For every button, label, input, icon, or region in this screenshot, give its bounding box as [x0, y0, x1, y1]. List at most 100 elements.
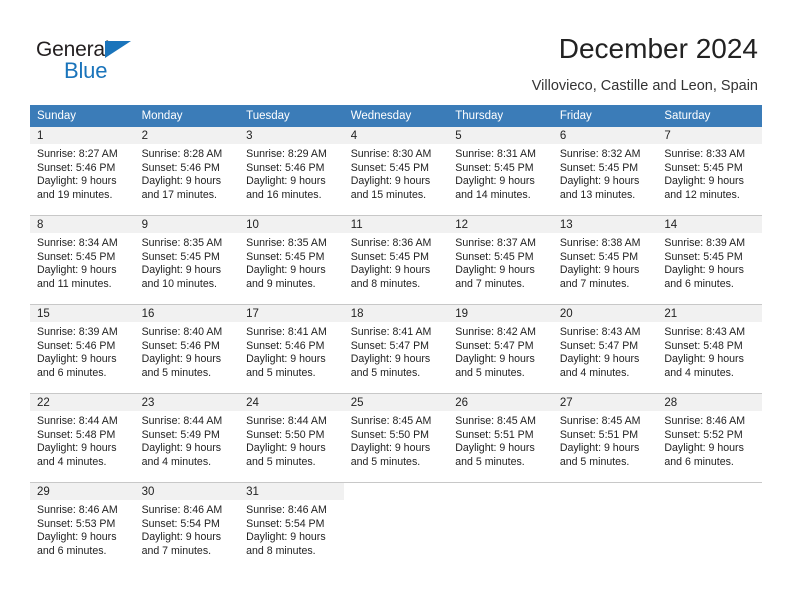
- sunset-text: Sunset: 5:45 PM: [350, 161, 430, 174]
- day-cell[interactable]: 12 Sunrise: 8:37 AM Sunset: 5:45 PM Dayligh…: [448, 216, 553, 304]
- daylight-text-line1: Daylight: 9 hours: [664, 264, 744, 277]
- day-cell[interactable]: 30 Sunrise: 8:46 AM Sunset: 5:54 PM Dayligh…: [134, 483, 240, 571]
- day-number: 28: [657, 394, 762, 411]
- sunrise-text: Sunrise: 8:44 AM: [246, 415, 327, 427]
- day-cell-empty: [552, 483, 658, 571]
- day-number: 20: [552, 305, 658, 322]
- day-cell[interactable]: 15 Sunrise: 8:39 AM Sunset: 5:46 PM Dayligh…: [30, 305, 135, 393]
- daylight-text-line2: and 10 minutes.: [141, 277, 217, 290]
- day-cell-empty: [343, 483, 449, 571]
- day-cell[interactable]: 24 Sunrise: 8:44 AM Sunset: 5:50 PM Dayligh…: [239, 394, 344, 482]
- day-details: Sunrise: 8:44 AM Sunset: 5:49 PM Daylight:…: [134, 411, 240, 470]
- sunrise-text: Sunrise: 8:41 AM: [350, 326, 432, 338]
- sunset-text: Sunset: 5:51 PM: [559, 428, 639, 441]
- day-cell[interactable]: 8 Sunrise: 8:34 AM Sunset: 5:45 PM Daylight…: [30, 216, 135, 304]
- day-cell[interactable]: 4 Sunrise: 8:30 AM Sunset: 5:45 PM Daylight…: [343, 127, 449, 215]
- sunset-text: Sunset: 5:54 PM: [246, 517, 325, 530]
- day-cell[interactable]: 29 Sunrise: 8:46 AM Sunset: 5:53 PM Dayligh…: [30, 483, 135, 571]
- day-cell[interactable]: 26 Sunrise: 8:45 AM Sunset: 5:51 PM Dayligh…: [448, 394, 553, 482]
- calendar-week-row: 15 Sunrise: 8:39 AM Sunset: 5:46 PM Dayligh…: [30, 304, 762, 394]
- daylight-text-line1: Daylight: 9 hours: [664, 442, 744, 455]
- daylight-text-line2: and 6 minutes.: [664, 277, 734, 290]
- sunrise-text: Sunrise: 8:39 AM: [37, 326, 118, 338]
- day-details: Sunrise: 8:32 AM Sunset: 5:45 PM Daylight:…: [552, 144, 658, 203]
- weekday-header-friday: Friday: [552, 105, 658, 127]
- logo-word-blue: Blue: [64, 58, 108, 83]
- day-number: 4: [343, 127, 449, 144]
- daylight-text-line2: and 13 minutes.: [559, 188, 636, 201]
- general-blue-logo[interactable]: General Blue: [36, 38, 146, 86]
- sunset-text: Sunset: 5:46 PM: [246, 339, 325, 352]
- daylight-text-line2: and 5 minutes.: [246, 366, 316, 379]
- day-number: 8: [30, 216, 135, 233]
- daylight-text-line1: Daylight: 9 hours: [246, 353, 326, 366]
- day-cell[interactable]: 19 Sunrise: 8:42 AM Sunset: 5:47 PM Dayligh…: [448, 305, 553, 393]
- day-number: 21: [657, 305, 762, 322]
- daylight-text-line2: and 7 minutes.: [455, 277, 525, 290]
- day-cell[interactable]: 17 Sunrise: 8:41 AM Sunset: 5:46 PM Dayligh…: [239, 305, 344, 393]
- sunset-text: Sunset: 5:48 PM: [664, 339, 743, 352]
- calendar-week-row: 8 Sunrise: 8:34 AM Sunset: 5:45 PM Daylight…: [30, 215, 762, 305]
- sunrise-text: Sunrise: 8:40 AM: [141, 326, 223, 338]
- day-cell[interactable]: 9 Sunrise: 8:35 AM Sunset: 5:45 PM Daylight…: [134, 216, 240, 304]
- daylight-text-line2: and 5 minutes.: [455, 366, 525, 379]
- sunset-text: Sunset: 5:45 PM: [664, 161, 743, 174]
- day-cell[interactable]: 18 Sunrise: 8:41 AM Sunset: 5:47 PM Dayligh…: [343, 305, 449, 393]
- day-cell[interactable]: 22 Sunrise: 8:44 AM Sunset: 5:48 PM Dayligh…: [30, 394, 135, 482]
- day-cell[interactable]: 20 Sunrise: 8:43 AM Sunset: 5:47 PM Dayligh…: [552, 305, 658, 393]
- day-details: Sunrise: 8:31 AM Sunset: 5:45 PM Daylight:…: [448, 144, 553, 203]
- day-cell[interactable]: 1 Sunrise: 8:27 AM Sunset: 5:46 PM Daylight…: [30, 127, 135, 215]
- day-cell[interactable]: 21 Sunrise: 8:43 AM Sunset: 5:48 PM Dayligh…: [657, 305, 762, 393]
- day-number: 27: [552, 394, 658, 411]
- day-number: 12: [448, 216, 553, 233]
- day-cell[interactable]: 13 Sunrise: 8:38 AM Sunset: 5:45 PM Dayligh…: [552, 216, 658, 304]
- daylight-text-line2: and 14 minutes.: [455, 188, 531, 201]
- daylight-text-line1: Daylight: 9 hours: [141, 442, 222, 455]
- day-cell[interactable]: 28 Sunrise: 8:46 AM Sunset: 5:52 PM Dayligh…: [657, 394, 762, 482]
- day-details: Sunrise: 8:41 AM Sunset: 5:46 PM Daylight:…: [239, 322, 344, 381]
- daylight-text-line1: Daylight: 9 hours: [455, 442, 535, 455]
- day-details: Sunrise: 8:35 AM Sunset: 5:45 PM Daylight:…: [134, 233, 240, 292]
- day-cell[interactable]: 6 Sunrise: 8:32 AM Sunset: 5:45 PM Daylight…: [552, 127, 658, 215]
- daylight-text-line1: Daylight: 9 hours: [246, 442, 326, 455]
- day-cell[interactable]: 11 Sunrise: 8:36 AM Sunset: 5:45 PM Dayligh…: [343, 216, 449, 304]
- sunset-text: Sunset: 5:45 PM: [559, 250, 639, 263]
- daylight-text-line1: Daylight: 9 hours: [246, 175, 326, 188]
- sunset-text: Sunset: 5:46 PM: [141, 161, 220, 174]
- weekday-header-monday: Monday: [134, 105, 240, 127]
- daylight-text-line2: and 19 minutes.: [37, 188, 113, 201]
- daylight-text-line1: Daylight: 9 hours: [455, 175, 535, 188]
- day-details: Sunrise: 8:41 AM Sunset: 5:47 PM Daylight:…: [343, 322, 449, 381]
- daylight-text-line2: and 4 minutes.: [37, 455, 107, 468]
- day-number: 14: [657, 216, 762, 233]
- day-details: Sunrise: 8:27 AM Sunset: 5:46 PM Daylight:…: [30, 144, 135, 203]
- day-cell[interactable]: 5 Sunrise: 8:31 AM Sunset: 5:45 PM Daylight…: [448, 127, 553, 215]
- sunset-text: Sunset: 5:52 PM: [664, 428, 743, 441]
- day-cell[interactable]: 3 Sunrise: 8:29 AM Sunset: 5:46 PM Daylight…: [239, 127, 344, 215]
- day-cell[interactable]: 31 Sunrise: 8:46 AM Sunset: 5:54 PM Dayligh…: [239, 483, 344, 571]
- daylight-text-line2: and 6 minutes.: [37, 544, 107, 557]
- sunset-text: Sunset: 5:45 PM: [350, 250, 430, 263]
- daylight-text-line2: and 5 minutes.: [559, 455, 630, 468]
- sunset-text: Sunset: 5:45 PM: [664, 250, 743, 263]
- day-cell[interactable]: 7 Sunrise: 8:33 AM Sunset: 5:45 PM Daylight…: [657, 127, 762, 215]
- day-details: Sunrise: 8:44 AM Sunset: 5:48 PM Daylight:…: [30, 411, 135, 470]
- sunset-text: Sunset: 5:53 PM: [37, 517, 116, 530]
- day-cell[interactable]: 25 Sunrise: 8:45 AM Sunset: 5:50 PM Dayligh…: [343, 394, 449, 482]
- daylight-text-line1: Daylight: 9 hours: [455, 264, 535, 277]
- day-number: 1: [30, 127, 135, 144]
- day-cell[interactable]: 2 Sunrise: 8:28 AM Sunset: 5:46 PM Daylight…: [134, 127, 240, 215]
- day-cell[interactable]: 16 Sunrise: 8:40 AM Sunset: 5:46 PM Dayligh…: [134, 305, 240, 393]
- sunrise-text: Sunrise: 8:36 AM: [350, 237, 432, 249]
- daylight-text-line2: and 12 minutes.: [664, 188, 740, 201]
- daylight-text-line1: Daylight: 9 hours: [246, 531, 326, 544]
- daylight-text-line2: and 5 minutes.: [246, 455, 316, 468]
- sunrise-text: Sunrise: 8:30 AM: [350, 148, 432, 160]
- sunrise-text: Sunrise: 8:45 AM: [350, 415, 432, 427]
- day-cell[interactable]: 23 Sunrise: 8:44 AM Sunset: 5:49 PM Dayligh…: [134, 394, 240, 482]
- day-cell[interactable]: 27 Sunrise: 8:45 AM Sunset: 5:51 PM Dayligh…: [552, 394, 658, 482]
- sunrise-text: Sunrise: 8:32 AM: [559, 148, 641, 160]
- day-cell[interactable]: 10 Sunrise: 8:35 AM Sunset: 5:45 PM Dayligh…: [239, 216, 344, 304]
- day-cell[interactable]: 14 Sunrise: 8:39 AM Sunset: 5:45 PM Dayligh…: [657, 216, 762, 304]
- sunset-text: Sunset: 5:45 PM: [246, 250, 325, 263]
